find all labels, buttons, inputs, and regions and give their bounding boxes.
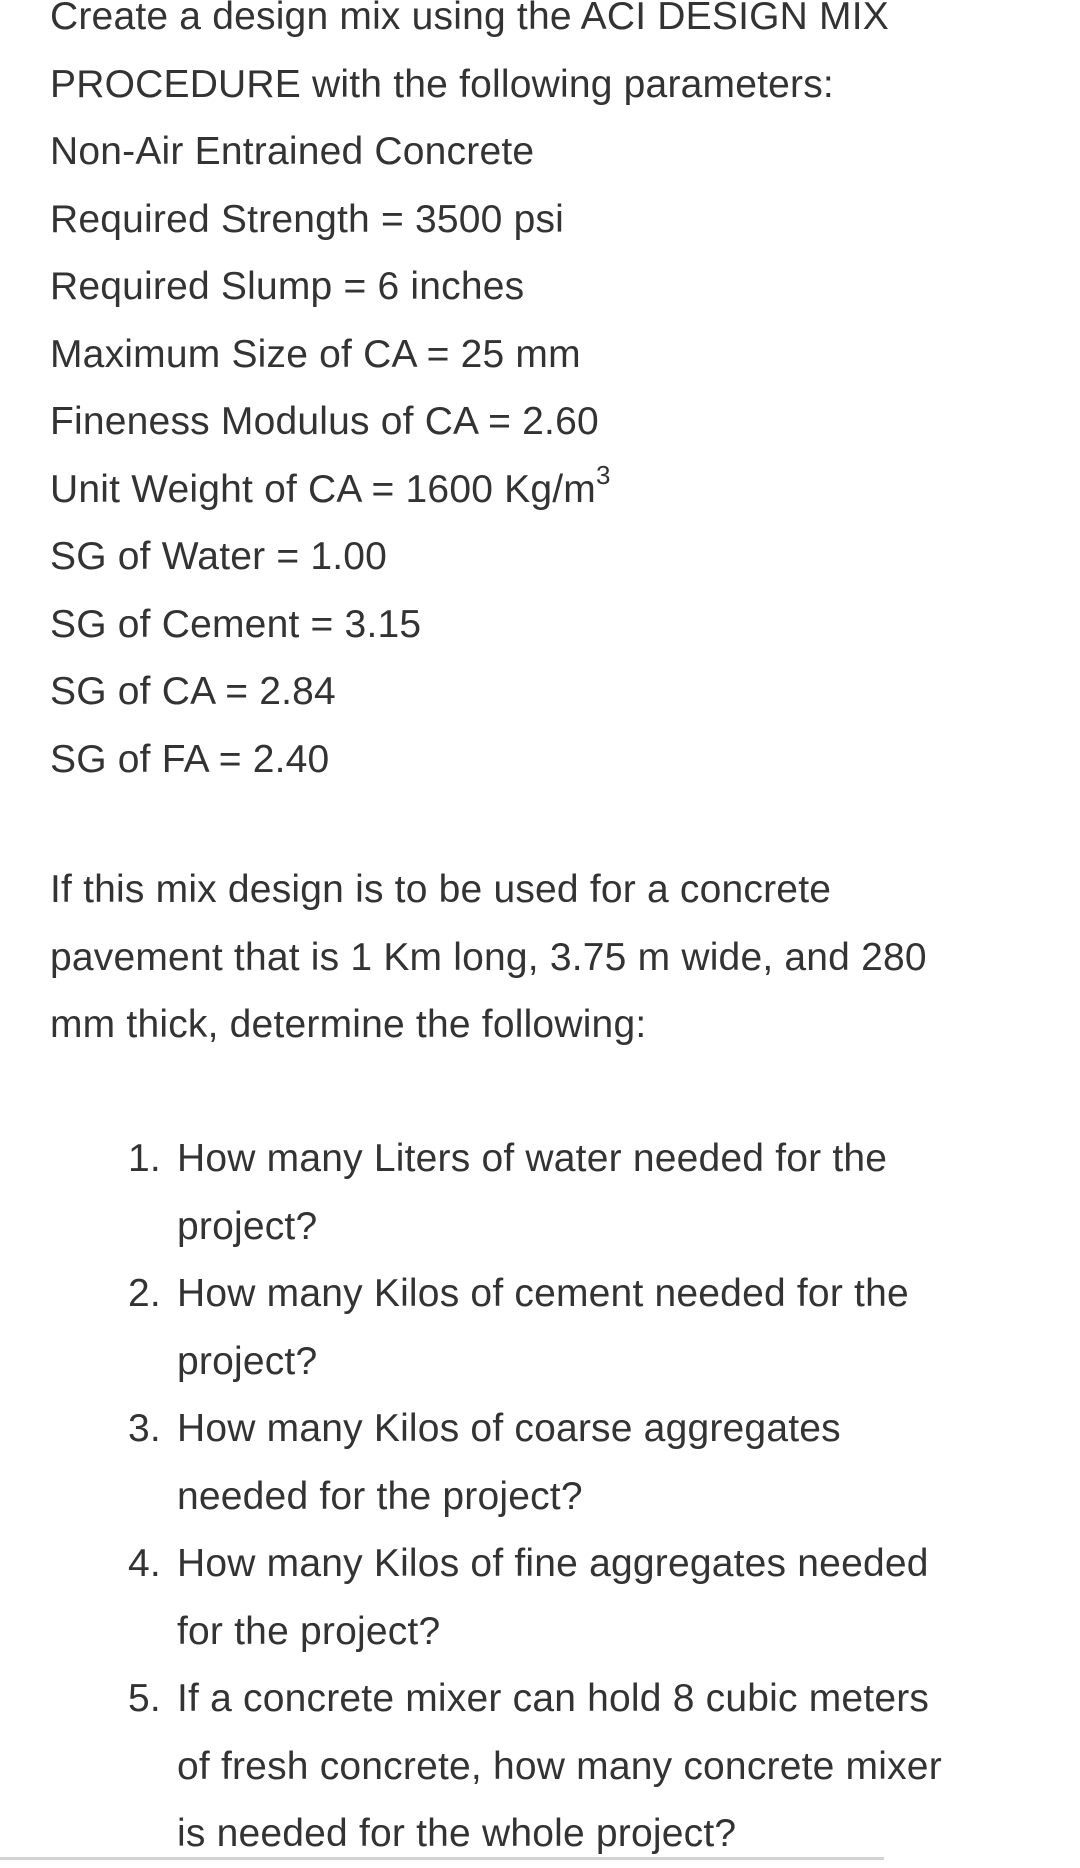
header-line: PROCEDURE with the following parameters: <box>50 62 834 106</box>
question-line: for the project? <box>177 1609 441 1653</box>
parameter-sg-water: SG of Water = 1.00 <box>50 535 388 578</box>
parameter-non-air-entrained: Non-Air Entrained Concrete <box>50 130 535 173</box>
question-line: How many Kilos of cement needed for the <box>177 1272 909 1315</box>
parameter-unit-weight-ca-text: Unit Weight of CA = 1600 Kg/m <box>50 467 596 511</box>
problem-statement: Create a design mix using the ACI DESIGN… <box>50 0 889 793</box>
bottom-divider <box>0 1857 884 1860</box>
question-item: 1. How many Liters of water needed for t… <box>0 1125 942 1260</box>
question-item: 2. How many Kilos of cement needed for t… <box>0 1260 942 1395</box>
intro-line: If this mix design is to be used for a c… <box>50 868 832 911</box>
question-line: How many Kilos of coarse aggregates <box>177 1407 841 1450</box>
question-line: How many Kilos of fine aggregates needed <box>177 1542 929 1585</box>
intro-line: pavement that is 1 Km long, 3.75 m wide,… <box>50 935 927 979</box>
question-line: How many Liters of water needed for the <box>177 1137 888 1180</box>
question-line: If a concrete mixer can hold 8 cubic met… <box>177 1677 930 1720</box>
question-item: 3. How many Kilos of coarse aggregates n… <box>0 1395 942 1530</box>
intro-paragraph: If this mix design is to be used for a c… <box>50 856 927 1059</box>
parameter-unit-weight-ca: Unit Weight of CA = 1600 Kg/m3 <box>50 456 889 524</box>
question-number: 3. <box>128 1407 161 1450</box>
parameter-sg-ca: SG of CA = 2.84 <box>50 670 336 713</box>
question-line: of fresh concrete, how many concrete mix… <box>177 1744 942 1788</box>
intro-line: mm thick, determine the following: <box>50 1003 647 1046</box>
question-number: 2. <box>128 1272 161 1315</box>
question-item: 5. If a concrete mixer can hold 8 cubic … <box>0 1665 942 1868</box>
parameter-max-size-ca: Maximum Size of CA = 25 mm <box>50 332 581 376</box>
question-item: 4. How many Kilos of fine aggregates nee… <box>0 1530 942 1665</box>
parameter-required-strength: Required Strength = 3500 psi <box>50 197 565 241</box>
header-line: Create a design mix using the ACI DESIGN… <box>50 0 889 38</box>
parameter-sg-fa: SG of FA = 2.40 <box>50 737 330 781</box>
question-number: 1. <box>128 1137 161 1180</box>
parameter-required-slump: Required Slump = 6 inches <box>50 265 525 308</box>
question-number: 4. <box>128 1542 161 1585</box>
question-line: project? <box>177 1204 318 1248</box>
question-line: project? <box>177 1339 318 1383</box>
question-number: 5. <box>128 1677 161 1720</box>
parameter-fineness-modulus-ca: Fineness Modulus of CA = 2.60 <box>50 400 599 443</box>
question-line: needed for the project? <box>177 1474 583 1518</box>
superscript-exponent: 3 <box>595 459 611 490</box>
parameter-sg-cement: SG of Cement = 3.15 <box>50 602 422 646</box>
questions-list: 1. How many Liters of water needed for t… <box>0 1125 942 1868</box>
